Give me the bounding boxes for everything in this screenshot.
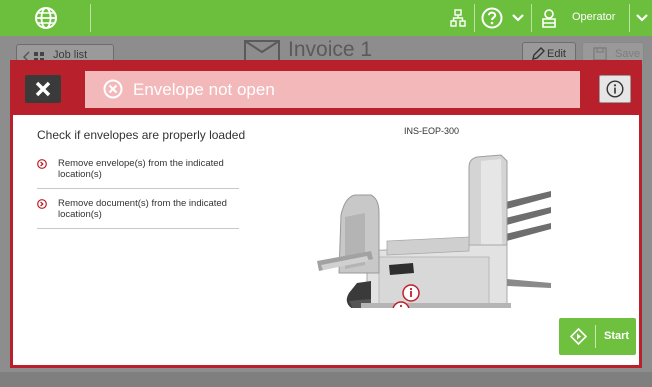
dialog-header: Envelope not open bbox=[13, 63, 639, 115]
envelope-icon bbox=[244, 40, 280, 62]
user-icon[interactable] bbox=[540, 6, 558, 30]
close-icon bbox=[35, 81, 51, 97]
instructions-title: Check if envelopes are properly loaded bbox=[37, 128, 246, 142]
start-button[interactable]: Start bbox=[559, 318, 636, 355]
chevron-circle-icon bbox=[37, 199, 47, 209]
alert-bar: Envelope not open bbox=[85, 71, 580, 108]
globe-icon[interactable] bbox=[34, 6, 58, 30]
start-divider bbox=[595, 325, 596, 348]
step-divider bbox=[37, 228, 239, 229]
chevron-circle-icon bbox=[37, 159, 47, 169]
operator-label[interactable]: Operator bbox=[572, 11, 615, 23]
step-text: Remove document(s) from the indicated lo… bbox=[58, 198, 227, 220]
topbar-divider bbox=[90, 4, 91, 32]
error-circle-icon bbox=[103, 79, 123, 99]
top-bar: Operator bbox=[0, 0, 652, 36]
help-icon[interactable] bbox=[480, 6, 504, 30]
error-dialog: Envelope not open Check if envelopes are… bbox=[10, 60, 642, 368]
topbar-divider bbox=[629, 4, 630, 32]
topbar-divider bbox=[531, 4, 532, 32]
topbar-divider bbox=[474, 4, 475, 32]
chevron-down-icon[interactable] bbox=[634, 6, 650, 30]
network-icon[interactable] bbox=[448, 6, 468, 30]
close-button[interactable] bbox=[25, 75, 61, 103]
save-label: Save bbox=[615, 48, 641, 60]
machine-illustration bbox=[317, 154, 551, 308]
step-text: Remove envelope(s) from the indicated lo… bbox=[58, 158, 224, 180]
info-icon bbox=[606, 80, 624, 98]
edit-label: Edit bbox=[547, 48, 566, 60]
start-diamond-icon bbox=[570, 328, 587, 345]
chevron-down-icon[interactable] bbox=[510, 6, 526, 30]
alert-title: Envelope not open bbox=[133, 80, 275, 99]
start-label: Start bbox=[604, 330, 630, 342]
bottom-strip bbox=[0, 372, 652, 387]
save-icon bbox=[593, 47, 607, 61]
step-divider bbox=[37, 188, 239, 189]
info-button[interactable] bbox=[599, 75, 631, 103]
pencil-icon bbox=[532, 47, 545, 60]
job-title: Invoice 1 bbox=[288, 38, 373, 61]
